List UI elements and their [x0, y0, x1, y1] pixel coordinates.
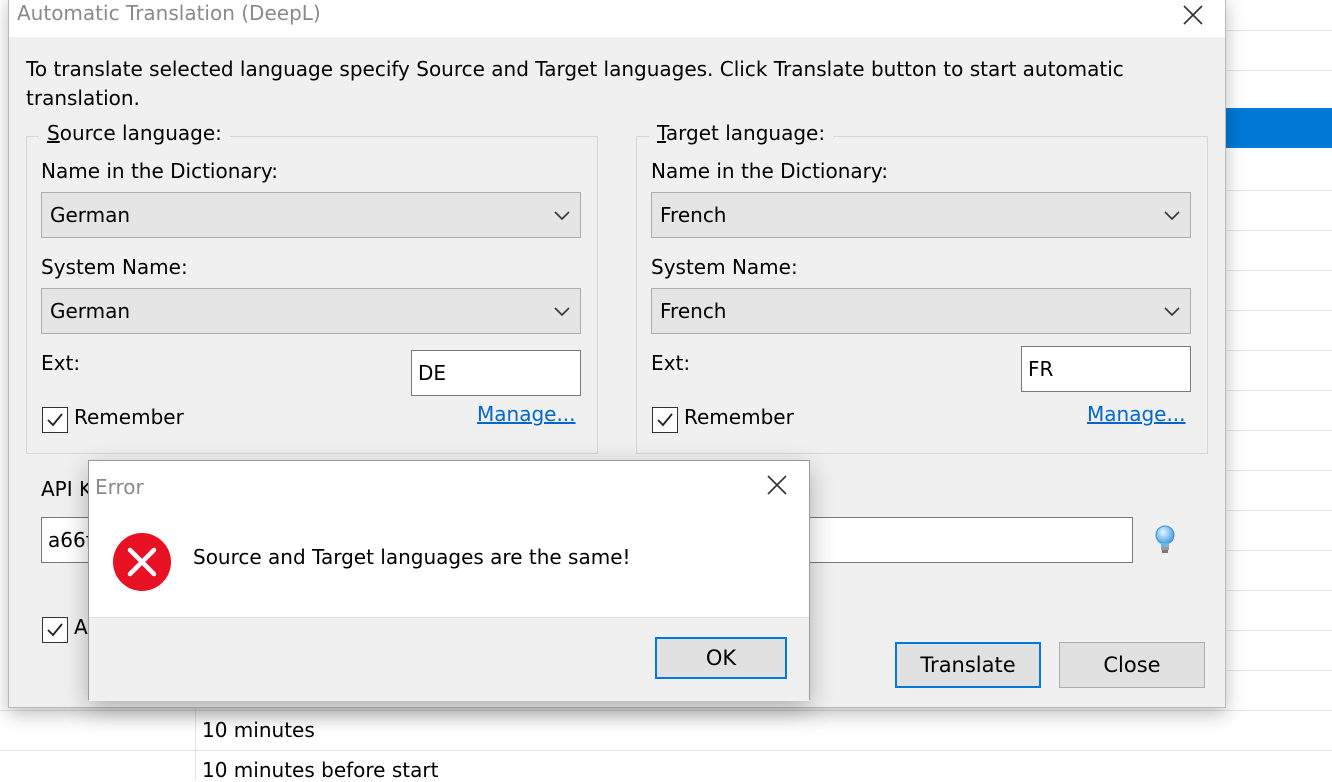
grid-line	[195, 708, 196, 780]
target-dict-combo[interactable]: French	[651, 192, 1191, 238]
bottom-option-label[interactable]: A	[74, 615, 88, 639]
source-system-value: German	[50, 299, 131, 323]
target-remember-label[interactable]: Remember	[684, 405, 794, 429]
target-manage-link[interactable]: Manage...	[1087, 402, 1186, 426]
target-system-value: French	[660, 299, 727, 323]
grid-line	[1226, 230, 1332, 231]
bottom-option-checkbox[interactable]	[42, 617, 68, 643]
source-group-legend: Source language:	[39, 121, 230, 145]
target-legend-text: arget language:	[665, 121, 826, 145]
error-icon	[111, 531, 173, 593]
source-remember-label[interactable]: Remember	[74, 405, 184, 429]
grid-line	[1226, 430, 1332, 431]
grid-line	[1226, 550, 1332, 551]
target-legend-accel: T	[657, 121, 666, 145]
grid-line	[0, 710, 1332, 711]
grid-line	[1226, 390, 1332, 391]
lightbulb-icon[interactable]	[1153, 523, 1177, 557]
close-icon[interactable]	[757, 467, 797, 503]
chevron-down-icon	[552, 205, 572, 230]
table-cell[interactable]: 10 minutes	[202, 718, 315, 742]
grid-line	[1226, 630, 1332, 631]
table-cell[interactable]: 10 minutes before start	[202, 758, 438, 782]
close-button[interactable]: Close	[1059, 642, 1205, 688]
chevron-down-icon	[552, 301, 572, 326]
error-dialog-footer: OK	[89, 617, 809, 701]
dialog-title: Automatic Translation (DeepL)	[17, 1, 321, 25]
checkmark-icon	[657, 413, 673, 427]
selected-row[interactable]	[1226, 108, 1332, 148]
source-legend-text: ource language:	[59, 121, 222, 145]
grid-line	[1226, 510, 1332, 511]
error-dialog: Error Source and Target languages are th…	[88, 460, 810, 701]
error-dialog-title: Error	[95, 475, 144, 499]
grid-line	[1226, 670, 1332, 671]
titlebar: Automatic Translation (DeepL)	[9, 0, 1225, 37]
target-ext-input[interactable]: FR	[1021, 346, 1191, 392]
source-system-label: System Name:	[41, 255, 188, 279]
grid-line	[1226, 350, 1332, 351]
target-system-combo[interactable]: French	[651, 288, 1191, 334]
close-icon[interactable]	[1173, 0, 1213, 33]
source-dict-label: Name in the Dictionary:	[41, 159, 278, 183]
grid-line	[1226, 270, 1332, 271]
translate-button[interactable]: Translate	[895, 642, 1041, 688]
target-remember-checkbox[interactable]	[652, 407, 678, 433]
grid-line	[1226, 70, 1332, 71]
source-dict-combo[interactable]: German	[41, 192, 581, 238]
grid-line	[1226, 310, 1332, 311]
source-manage-link[interactable]: Manage...	[477, 402, 576, 426]
api-key-label: API K	[41, 477, 93, 501]
grid-line	[1226, 30, 1332, 31]
grid-line	[1226, 590, 1332, 591]
error-message: Source and Target languages are the same…	[193, 545, 631, 569]
grid-line	[1226, 470, 1332, 471]
source-remember-checkbox[interactable]	[42, 407, 68, 433]
source-ext-label: Ext:	[41, 351, 81, 375]
checkmark-icon	[47, 413, 63, 427]
target-group-legend: Target language:	[649, 121, 834, 145]
target-system-label: System Name:	[651, 255, 798, 279]
ok-button[interactable]: OK	[655, 637, 787, 679]
description-text: To translate selected language specify S…	[26, 57, 1124, 110]
source-ext-input[interactable]: DE	[411, 350, 581, 396]
target-ext-label: Ext:	[651, 351, 691, 375]
target-dict-label: Name in the Dictionary:	[651, 159, 888, 183]
source-legend-accel: S	[47, 121, 60, 145]
source-dict-value: German	[50, 203, 131, 227]
target-dict-value: French	[660, 203, 727, 227]
checkmark-icon	[47, 623, 63, 637]
chevron-down-icon	[1162, 301, 1182, 326]
grid-line	[1226, 190, 1332, 191]
chevron-down-icon	[1162, 205, 1182, 230]
source-system-combo[interactable]: German	[41, 288, 581, 334]
grid-line	[0, 750, 1332, 751]
